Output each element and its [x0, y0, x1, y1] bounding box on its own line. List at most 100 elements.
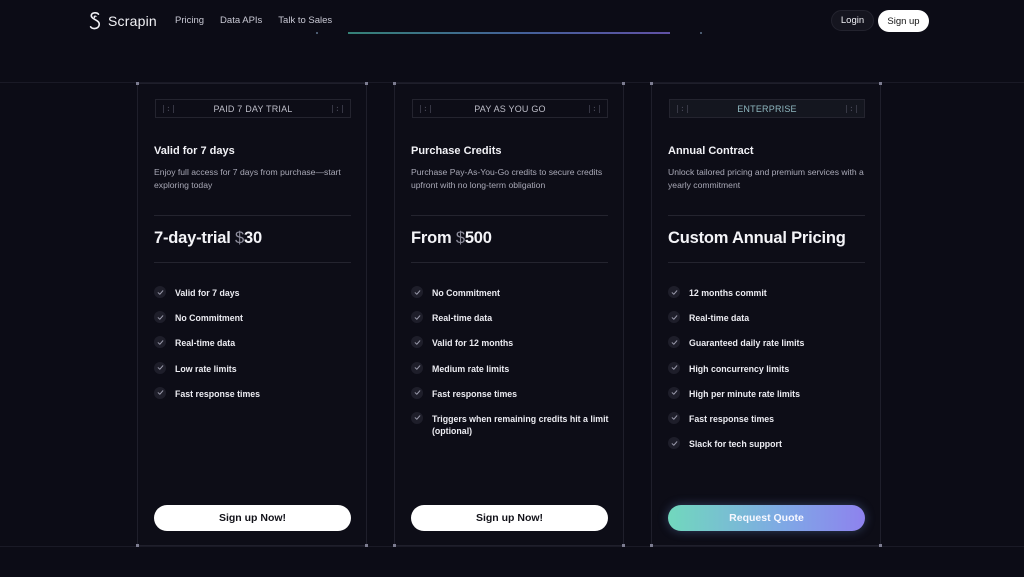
divider: [154, 215, 351, 216]
divider: [668, 262, 865, 263]
check-icon: [411, 336, 423, 349]
feature-item: Low rate limits: [154, 361, 354, 375]
plan-tag-label: PAY AS YOU GO: [474, 103, 546, 114]
card-corner-marker: [650, 544, 653, 547]
plan-title: Annual Contract: [668, 145, 754, 157]
feature-item: Real-time data: [668, 311, 868, 324]
check-icon: [411, 286, 423, 298]
nav-link-data-apis[interactable]: Data APIs: [220, 15, 262, 26]
card-corner-marker: [650, 82, 653, 85]
check-icon: [411, 311, 423, 324]
price-currency: $: [235, 229, 245, 247]
plan-card-enterprise: |:| ENTERPRISE |:| Annual Contract Unloc…: [650, 82, 882, 547]
bracket-right-icon: |:|: [586, 104, 602, 113]
signup-now-button[interactable]: Sign up Now!: [411, 505, 608, 531]
feature-label: Real-time data: [689, 313, 750, 324]
feature-item: Real-time data: [411, 311, 611, 324]
divider: [668, 215, 865, 216]
feature-label: Low rate limits: [175, 363, 237, 374]
nav-link-talk-to-sales[interactable]: Talk to Sales: [278, 15, 332, 26]
plan-tag: |:| PAY AS YOU GO |:|: [412, 99, 608, 118]
card-corner-marker: [393, 544, 396, 547]
check-icon: [668, 386, 680, 399]
feature-item: Valid for 12 months: [411, 336, 611, 349]
plan-tag-label: PAID 7 DAY TRIAL: [213, 103, 293, 114]
feature-item: High per minute rate limits: [668, 386, 868, 400]
price-value: 30: [244, 229, 262, 247]
card-corner-marker: [136, 544, 139, 547]
divider: [154, 262, 351, 263]
plan-title: Purchase Credits: [411, 145, 502, 157]
divider: [411, 215, 608, 216]
feature-item: Fast response times: [154, 386, 354, 400]
plan-price: 7-day-trial $30: [154, 229, 262, 248]
brand-logo[interactable]: Scrapin: [88, 11, 157, 31]
price-value: 500: [464, 229, 492, 247]
plan-description: Unlock tailored pricing and premium serv…: [668, 167, 864, 190]
feature-label: Guaranteed daily rate limits: [689, 338, 805, 349]
scrapin-logo-icon: [89, 11, 101, 30]
feature-item: Guaranteed daily rate limits: [668, 336, 868, 349]
signup-now-button[interactable]: Sign up Now!: [154, 505, 351, 531]
decorative-dot: [316, 32, 318, 34]
nav-link-pricing[interactable]: Pricing: [175, 15, 204, 26]
feature-label: No Commitment: [432, 288, 500, 298]
card-corner-marker: [365, 82, 368, 85]
card-corner-marker: [879, 82, 882, 85]
check-icon: [668, 311, 680, 324]
nav-links: Pricing Data APIs Talk to Sales: [175, 15, 332, 26]
card-corner-marker: [622, 82, 625, 85]
plan-tag: |:| ENTERPRISE |:|: [669, 99, 865, 118]
feature-label: High concurrency limits: [689, 363, 790, 374]
feature-label: 12 months commit: [689, 288, 767, 298]
card-corner-marker: [393, 82, 396, 85]
feature-label: Fast response times: [432, 388, 518, 399]
price-prefix: From: [411, 229, 456, 247]
feature-label: High per minute rate limits: [689, 388, 800, 399]
bracket-right-icon: |:|: [843, 104, 859, 113]
feature-label: Medium rate limits: [432, 363, 510, 374]
check-icon: [154, 286, 166, 298]
bracket-left-icon: |:|: [161, 104, 177, 113]
plan-card-pay-as-you-go: |:| PAY AS YOU GO |:| Purchase Credits P…: [393, 82, 625, 547]
feature-label: Slack for tech support: [689, 439, 782, 450]
feature-item: Fast response times: [668, 411, 868, 425]
feature-label: Valid for 12 months: [432, 338, 514, 349]
feature-item: Fast response times: [411, 386, 611, 400]
decorative-glow-line: [348, 32, 670, 34]
feature-label: Valid for 7 days: [175, 288, 240, 298]
check-icon: [154, 336, 166, 349]
feature-item: Slack for tech support: [668, 437, 868, 450]
feature-list: 12 months commit Real-time data Guaranteed…: [668, 286, 868, 463]
plan-title: Valid for 7 days: [154, 145, 235, 157]
top-navigation: Scrapin Pricing Data APIs Talk to Sales …: [0, 0, 1024, 42]
price-currency: $: [455, 229, 465, 247]
request-quote-button[interactable]: Request Quote: [668, 505, 865, 531]
feature-item: Triggers when remaining credits hit a li…: [411, 411, 611, 437]
feature-item: High concurrency limits: [668, 361, 868, 375]
feature-item: No Commitment: [411, 286, 611, 299]
card-corner-marker: [365, 544, 368, 547]
plan-tag: |:| PAID 7 DAY TRIAL |:|: [155, 99, 351, 118]
plan-description: Purchase Pay-As-You-Go credits to secure…: [411, 167, 603, 190]
check-icon: [411, 361, 423, 374]
check-icon: [668, 437, 680, 450]
feature-item: 12 months commit: [668, 286, 868, 299]
feature-label: Triggers when remaining credits hit a li…: [432, 413, 609, 436]
feature-item: No Commitment: [154, 311, 354, 324]
card-corner-marker: [622, 544, 625, 547]
plan-price: Custom Annual Pricing: [668, 229, 846, 248]
check-icon: [668, 336, 680, 349]
bracket-left-icon: |:|: [418, 104, 434, 113]
feature-list: Valid for 7 days No Commitment Real-time d…: [154, 286, 354, 413]
background-rule: [0, 546, 1024, 547]
feature-item: Medium rate limits: [411, 361, 611, 375]
feature-list: No Commitment Real-time data Valid for 12 …: [411, 286, 611, 450]
card-corner-marker: [136, 82, 139, 85]
signup-button[interactable]: Sign up: [878, 10, 929, 32]
plan-price: From $500: [411, 229, 492, 248]
check-icon: [411, 411, 423, 424]
brand-name: Scrapin: [108, 13, 157, 29]
card-corner-marker: [879, 544, 882, 547]
login-button[interactable]: Login: [831, 10, 874, 31]
